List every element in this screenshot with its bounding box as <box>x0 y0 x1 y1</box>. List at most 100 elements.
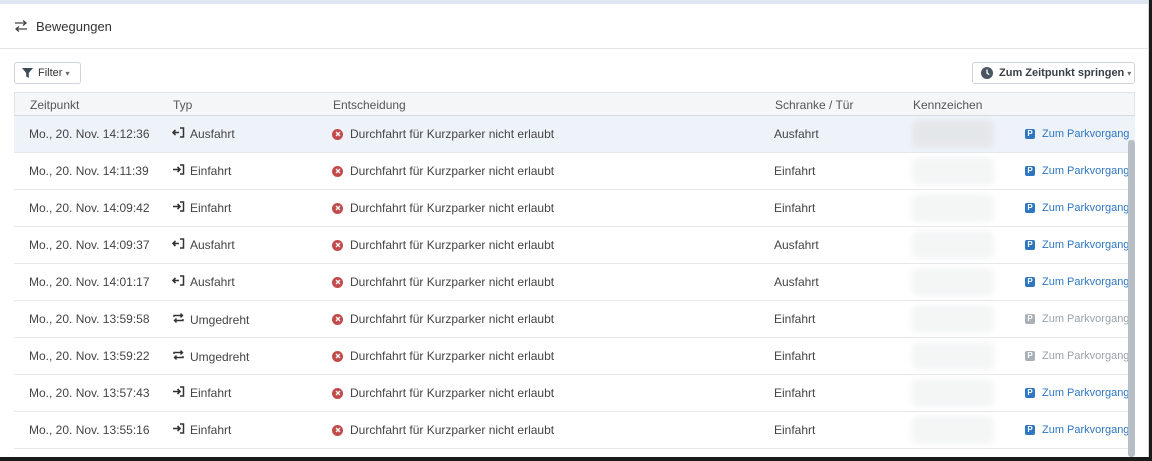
swap-arrows-icon <box>14 18 30 34</box>
error-x-icon <box>332 239 343 251</box>
column-header-kennzeichen[interactable]: Kennzeichen <box>913 98 982 112</box>
chevron-down-icon: ▾ <box>65 68 70 78</box>
error-x-icon <box>332 350 343 362</box>
row-decision: Durchfahrt für Kurzparker nicht erlaubt <box>332 238 554 252</box>
error-x-icon <box>332 276 343 288</box>
movements-panel: Bewegungen Filter ▾ Zum Zeitpunkt spring… <box>0 0 1149 457</box>
row-parking-link-label: Zum Parkvorgang <box>1042 165 1130 177</box>
row-type: Einfahrt <box>172 386 231 400</box>
error-x-icon <box>332 128 343 140</box>
row-type-label: Einfahrt <box>190 201 232 215</box>
parking-icon: P <box>1025 388 1035 398</box>
row-decision-label: Durchfahrt für Kurzparker nicht erlaubt <box>350 275 555 289</box>
parking-icon: P <box>1025 166 1035 176</box>
enter-arrow-icon <box>172 423 190 437</box>
jump-label: Zum Zeitpunkt springen <box>999 67 1125 79</box>
row-parking-link[interactable]: P Zum Parkvorgang <box>1025 202 1129 214</box>
row-decision: Durchfahrt für Kurzparker nicht erlaubt <box>332 423 554 437</box>
row-decision-label: Durchfahrt für Kurzparker nicht erlaubt <box>350 386 555 400</box>
row-gate: Einfahrt <box>774 312 816 326</box>
enter-arrow-icon <box>172 164 190 178</box>
row-type-label: Ausfahrt <box>190 127 235 141</box>
row-type-label: Umgedreht <box>190 349 250 364</box>
table-row[interactable]: Mo., 20. Nov. 14:11:39 Einfahrt Durchfah… <box>14 153 1135 190</box>
row-parking-link[interactable]: P Zum Parkvorgang <box>1025 387 1129 399</box>
row-gate: Ausfahrt <box>774 275 819 289</box>
parking-icon: P <box>1025 314 1035 324</box>
table-row[interactable]: Mo., 20. Nov. 14:09:37 Ausfahrt Durchfah… <box>14 227 1135 264</box>
row-parking-link-label: Zum Parkvorgang <box>1042 128 1130 140</box>
turn-around-icon <box>172 349 190 364</box>
row-type: Umgedreht <box>172 312 249 327</box>
row-timestamp: Mo., 20. Nov. 14:11:39 <box>29 164 149 178</box>
row-timestamp: Mo., 20. Nov. 13:55:16 <box>29 423 150 437</box>
row-decision: Durchfahrt für Kurzparker nicht erlaubt <box>332 275 554 289</box>
clock-icon <box>981 67 993 79</box>
table-row[interactable]: Mo., 20. Nov. 13:59:58 Umgedreht Durchfa… <box>14 301 1135 338</box>
row-parking-link[interactable]: P Zum Parkvorgang <box>1025 313 1129 325</box>
row-parking-link-label: Zum Parkvorgang <box>1042 276 1130 288</box>
row-license-plate-redacted <box>912 305 994 333</box>
parking-icon: P <box>1025 351 1035 361</box>
filter-label: Filter <box>38 67 63 79</box>
movements-table: Zeitpunkt Typ Entscheidung Schranke / Tü… <box>14 92 1135 449</box>
table-row[interactable]: Mo., 20. Nov. 14:09:42 Einfahrt Durchfah… <box>14 190 1135 227</box>
error-x-icon <box>332 313 343 325</box>
table-row[interactable]: Mo., 20. Nov. 13:55:16 Einfahrt Durchfah… <box>14 412 1135 449</box>
row-license-plate-redacted <box>912 268 994 296</box>
table-row[interactable]: Mo., 20. Nov. 13:57:43 Einfahrt Durchfah… <box>14 375 1135 412</box>
table-row[interactable]: Mo., 20. Nov. 13:59:22 Umgedreht Durchfa… <box>14 338 1135 375</box>
row-decision-label: Durchfahrt für Kurzparker nicht erlaubt <box>350 312 555 326</box>
error-x-icon <box>332 387 343 399</box>
row-gate: Ausfahrt <box>774 238 819 252</box>
column-header-typ[interactable]: Typ <box>173 98 192 112</box>
enter-arrow-icon <box>172 386 190 400</box>
row-timestamp: Mo., 20. Nov. 14:01:17 <box>29 275 150 289</box>
page-title: Bewegungen <box>36 18 112 34</box>
row-parking-link-label: Zum Parkvorgang <box>1042 239 1130 251</box>
row-parking-link[interactable]: P Zum Parkvorgang <box>1025 276 1129 288</box>
row-type-label: Einfahrt <box>190 164 232 178</box>
row-decision: Durchfahrt für Kurzparker nicht erlaubt <box>332 164 554 178</box>
parking-icon: P <box>1025 425 1035 435</box>
table-header: Zeitpunkt Typ Entscheidung Schranke / Tü… <box>14 92 1135 116</box>
row-type: Umgedreht <box>172 349 249 364</box>
table-row[interactable]: Mo., 20. Nov. 14:01:17 Ausfahrt Durchfah… <box>14 264 1135 301</box>
row-timestamp: Mo., 20. Nov. 14:09:42 <box>29 201 150 215</box>
row-type-label: Ausfahrt <box>190 275 235 289</box>
column-header-schranke[interactable]: Schranke / Tür <box>775 98 853 112</box>
table-row[interactable]: Mo., 20. Nov. 14:12:36 Ausfahrt Durchfah… <box>14 116 1135 153</box>
row-decision-label: Durchfahrt für Kurzparker nicht erlaubt <box>350 164 555 178</box>
parking-icon: P <box>1025 203 1035 213</box>
row-parking-link[interactable]: P Zum Parkvorgang <box>1025 350 1129 362</box>
error-x-icon <box>332 165 343 177</box>
exit-arrow-icon <box>171 127 190 141</box>
row-type: Ausfahrt <box>171 238 235 252</box>
row-parking-link-label: Zum Parkvorgang <box>1042 350 1130 362</box>
row-decision-label: Durchfahrt für Kurzparker nicht erlaubt <box>350 423 555 437</box>
row-type-label: Einfahrt <box>190 423 232 437</box>
jump-to-time-button[interactable]: Zum Zeitpunkt springen ▾ <box>972 62 1135 84</box>
row-gate: Ausfahrt <box>774 127 819 141</box>
row-decision: Durchfahrt für Kurzparker nicht erlaubt <box>332 312 554 326</box>
row-parking-link[interactable]: P Zum Parkvorgang <box>1025 424 1129 436</box>
row-gate: Einfahrt <box>774 386 816 400</box>
row-type-label: Ausfahrt <box>190 238 235 252</box>
row-license-plate-redacted <box>912 231 994 259</box>
row-decision: Durchfahrt für Kurzparker nicht erlaubt <box>332 201 554 215</box>
parking-icon: P <box>1025 129 1035 139</box>
vertical-scrollbar[interactable] <box>1128 140 1135 457</box>
filter-button[interactable]: Filter ▾ <box>14 62 81 84</box>
exit-arrow-icon <box>171 275 190 289</box>
column-header-zeitpunkt[interactable]: Zeitpunkt <box>30 98 79 112</box>
row-parking-link[interactable]: P Zum Parkvorgang <box>1025 165 1129 177</box>
row-type-label: Umgedreht <box>190 312 250 327</box>
panel-header: Bewegungen <box>0 4 1148 49</box>
row-parking-link[interactable]: P Zum Parkvorgang <box>1025 239 1129 251</box>
row-license-plate-redacted <box>912 379 994 407</box>
chevron-down-icon: ▾ <box>1127 68 1132 78</box>
filter-icon <box>22 68 33 78</box>
column-header-entscheidung[interactable]: Entscheidung <box>333 98 406 112</box>
row-type: Einfahrt <box>172 423 231 437</box>
row-parking-link[interactable]: P Zum Parkvorgang <box>1025 128 1129 140</box>
